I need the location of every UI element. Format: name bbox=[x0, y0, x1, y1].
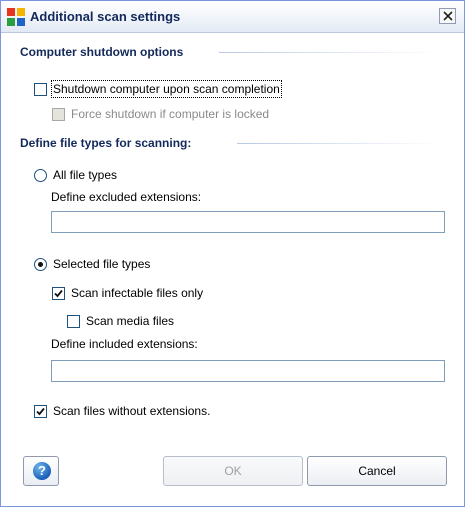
scan-no-extension-checkbox[interactable] bbox=[34, 404, 47, 418]
all-file-types-radio[interactable] bbox=[34, 168, 47, 182]
shutdown-on-completion-checkbox[interactable] bbox=[34, 82, 47, 96]
force-shutdown-label: Force shutdown if computer is locked bbox=[71, 107, 270, 121]
close-icon bbox=[443, 11, 453, 21]
window-title: Additional scan settings bbox=[30, 9, 181, 24]
shutdown-on-completion-option[interactable]: Shutdown computer upon scan completion bbox=[34, 80, 282, 98]
section-divider bbox=[219, 52, 439, 53]
scan-no-extension-option[interactable]: Scan files without extensions. bbox=[34, 403, 210, 419]
radio-selected-dot bbox=[38, 261, 43, 267]
shutdown-on-completion-label: Shutdown computer upon scan completion bbox=[51, 80, 282, 98]
scan-media-checkbox[interactable] bbox=[67, 314, 80, 328]
cancel-button[interactable]: Cancel bbox=[307, 456, 447, 486]
ok-button[interactable]: OK bbox=[163, 456, 303, 486]
help-button[interactable]: ? bbox=[23, 456, 59, 486]
scan-media-label: Scan media files bbox=[86, 314, 175, 328]
scan-infectable-option[interactable]: Scan infectable files only bbox=[52, 285, 203, 301]
selected-file-types-radio[interactable] bbox=[34, 257, 47, 271]
included-extensions-label: Define included extensions: bbox=[51, 337, 198, 351]
dialog-window: Additional scan settings Computer shutdo… bbox=[0, 0, 465, 507]
close-button[interactable] bbox=[439, 8, 456, 24]
title-bar[interactable]: Additional scan settings bbox=[1, 1, 464, 33]
selected-file-types-label: Selected file types bbox=[53, 257, 151, 271]
force-shutdown-checkbox bbox=[52, 107, 65, 121]
scan-media-option[interactable]: Scan media files bbox=[67, 313, 174, 329]
excluded-extensions-label: Define excluded extensions: bbox=[51, 190, 202, 204]
checkmark-icon bbox=[54, 289, 63, 297]
section-divider bbox=[237, 143, 439, 144]
file-types-section-title: Define file types for scanning: bbox=[20, 136, 192, 150]
scan-infectable-label: Scan infectable files only bbox=[71, 286, 204, 300]
force-shutdown-option: Force shutdown if computer is locked bbox=[52, 106, 269, 122]
all-file-types-option[interactable]: All file types bbox=[34, 167, 117, 183]
avg-app-icon bbox=[7, 8, 25, 26]
help-icon: ? bbox=[33, 462, 51, 480]
all-file-types-label: All file types bbox=[53, 168, 118, 182]
selected-file-types-option[interactable]: Selected file types bbox=[34, 256, 150, 272]
scan-infectable-checkbox[interactable] bbox=[52, 286, 65, 300]
scan-no-extension-label: Scan files without extensions. bbox=[53, 404, 211, 418]
included-extensions-input[interactable] bbox=[51, 360, 445, 382]
checkmark-icon bbox=[36, 407, 45, 415]
excluded-extensions-input[interactable] bbox=[51, 211, 445, 233]
shutdown-section-title: Computer shutdown options bbox=[20, 45, 184, 59]
